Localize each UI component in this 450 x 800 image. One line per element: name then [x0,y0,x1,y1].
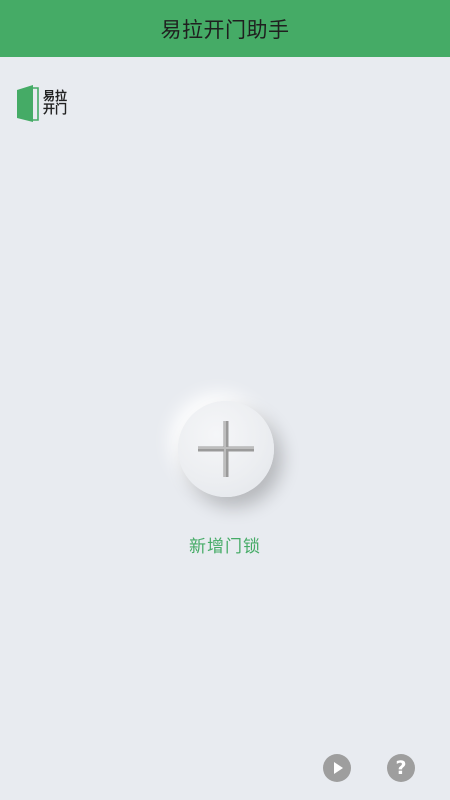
app-header: 易拉开门助手 [0,0,450,57]
brand-logo: 易拉 开门 [17,84,73,122]
help-icon: ? [395,757,407,779]
plus-icon [198,421,254,477]
brand-text: 易拉 开门 [43,90,67,116]
brand-text-line2: 开门 [43,102,68,116]
add-lock-label[interactable]: 新增门锁 [0,532,450,557]
play-button[interactable] [323,754,351,782]
app-title: 易拉开门助手 [160,17,290,42]
help-button[interactable]: ? [387,754,415,782]
add-lock-button[interactable] [178,401,274,497]
door-logo-icon [17,84,39,122]
play-icon [334,762,343,774]
